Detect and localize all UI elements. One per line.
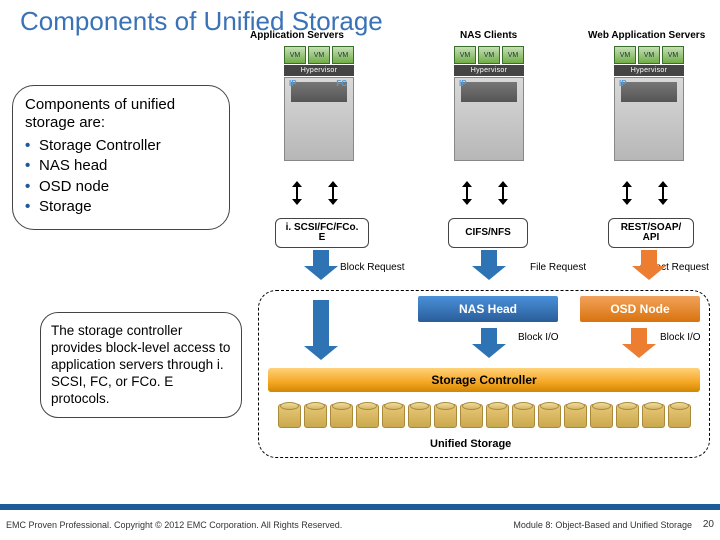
protocol-object: REST/SOAP/ API [608, 218, 694, 248]
arrow-block-to-ctrl-icon [304, 300, 338, 360]
vm-icon: VM [614, 46, 636, 64]
server-stack: VMVMVMHypervisorIP [450, 46, 528, 161]
bi-arrow-icon [658, 182, 668, 204]
disk-icon [278, 404, 301, 428]
bi-arrow-icon [328, 182, 338, 204]
callout-item: Storage Controller [25, 136, 217, 156]
footer-right: Module 8: Object-Based and Unified Stora… [513, 520, 692, 530]
osd-node-box: OSD Node [580, 296, 700, 322]
vm-icon: VM [478, 46, 500, 64]
bi-arrow-icon [292, 182, 302, 204]
server-stack: VMVMVMHypervisorIPFC [280, 46, 358, 161]
page-number: 20 [703, 519, 714, 530]
disk-icon [330, 404, 353, 428]
disk-icon [564, 404, 587, 428]
protocol-file: CIFS/NFS [448, 218, 528, 248]
label-nas-clients: NAS Clients [460, 30, 517, 41]
disk-icon [356, 404, 379, 428]
arrow-osd-down-icon [622, 328, 656, 358]
vm-icon: VM [502, 46, 524, 64]
port-ip: IP [459, 79, 467, 88]
vm-icon: VM [332, 46, 354, 64]
disk-array [268, 398, 700, 428]
label-web-servers: Web Application Servers [588, 30, 705, 41]
label-unified-storage: Unified Storage [430, 438, 511, 450]
disk-icon [434, 404, 457, 428]
callout-components: Components of unified storage are: Stora… [12, 85, 230, 230]
vm-icon: VM [284, 46, 306, 64]
disk-icon [304, 404, 327, 428]
hypervisor-bar: Hypervisor [454, 65, 524, 76]
disk-icon [538, 404, 561, 428]
disk-icon [668, 404, 691, 428]
callout-item: OSD node [25, 177, 217, 197]
label-file-request: File Request [530, 262, 586, 273]
hypervisor-bar: Hypervisor [614, 65, 684, 76]
vm-icon: VM [638, 46, 660, 64]
server-body-icon: IP [454, 77, 524, 161]
callout-explain: The storage controller provides block-le… [40, 312, 242, 418]
port-fc: FC [336, 79, 347, 88]
label-app-servers: Application Servers [250, 30, 344, 41]
arrow-file-down-icon [472, 250, 506, 280]
disk-icon [486, 404, 509, 428]
footer-stripe [0, 504, 720, 510]
callout-item: NAS head [25, 156, 217, 176]
vm-icon: VM [662, 46, 684, 64]
callout-lead: Components of unified storage are: [25, 96, 217, 132]
disk-icon [408, 404, 431, 428]
label-block-io-2: Block I/O [660, 332, 701, 343]
nas-head-box: NAS Head [418, 296, 558, 322]
bi-arrow-icon [622, 182, 632, 204]
footer-left: EMC Proven Professional. Copyright © 201… [6, 520, 342, 530]
disk-icon [590, 404, 613, 428]
vm-icon: VM [454, 46, 476, 64]
storage-controller-bar: Storage Controller [268, 368, 700, 392]
label-block-request: Block Request [340, 262, 404, 273]
vm-icon: VM [308, 46, 330, 64]
disk-icon [512, 404, 535, 428]
callout-explain-text: The storage controller provides block-le… [51, 323, 231, 407]
server-stack: VMVMVMHypervisorIP [610, 46, 688, 161]
arrow-block-down-icon [304, 250, 338, 280]
disk-icon [382, 404, 405, 428]
protocol-block: i. SCSI/FC/FCo. E [275, 218, 369, 248]
disk-icon [642, 404, 665, 428]
disk-icon [460, 404, 483, 428]
callout-item: Storage [25, 197, 217, 217]
port-ip: IP [289, 79, 297, 88]
label-block-io-1: Block I/O [518, 332, 559, 343]
bi-arrow-icon [462, 182, 472, 204]
server-body-icon: IP FC [284, 77, 354, 161]
port-ip: IP [619, 79, 627, 88]
disk-icon [616, 404, 639, 428]
server-body-icon: IP [614, 77, 684, 161]
hypervisor-bar: Hypervisor [284, 65, 354, 76]
arrow-nas-down-icon [472, 328, 506, 358]
arrow-object-down-icon [632, 250, 666, 280]
bi-arrow-icon [498, 182, 508, 204]
